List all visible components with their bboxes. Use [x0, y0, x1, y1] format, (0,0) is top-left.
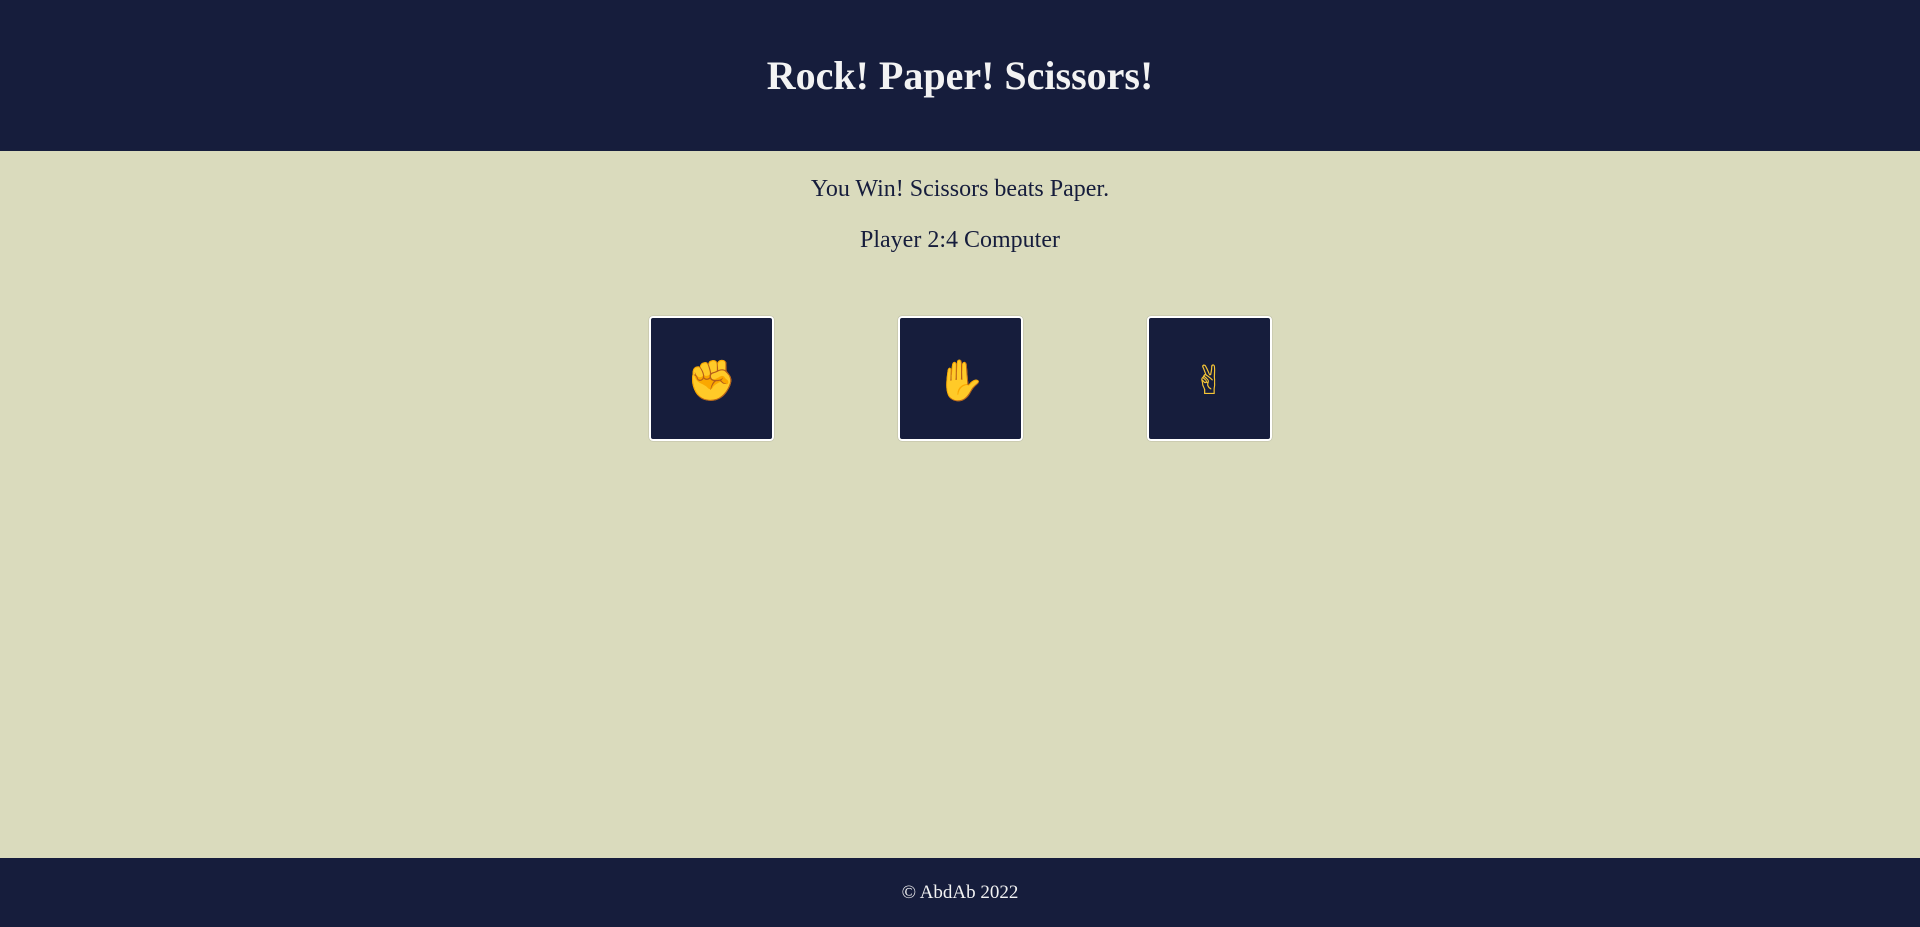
page-title: Rock! Paper! Scissors! [766, 53, 1154, 98]
copyright-text: © AbdAb 2022 [901, 881, 1019, 903]
paper-button[interactable]: ✋ [898, 316, 1023, 441]
page-header: Rock! Paper! Scissors! [0, 0, 1920, 151]
scissors-victory-hand-icon: ✌ [1192, 357, 1227, 404]
page-footer: © AbdAb 2022 [0, 858, 1920, 927]
round-result-text: You Win! Scissors beats Paper. [810, 176, 1110, 202]
rock-button[interactable]: ✊ [649, 316, 774, 441]
rock-fist-icon: ✊ [686, 357, 737, 404]
scissors-button[interactable]: ✌ [1147, 316, 1272, 441]
main-content: You Win! Scissors beats Paper. Player 2:… [0, 151, 1920, 858]
paper-hand-icon: ✋ [935, 357, 986, 404]
choice-buttons-row: ✊ ✋ ✌ [649, 316, 1272, 441]
score-text: Player 2:4 Computer [860, 227, 1060, 253]
game-app: Rock! Paper! Scissors! You Win! Scissors… [0, 0, 1920, 927]
